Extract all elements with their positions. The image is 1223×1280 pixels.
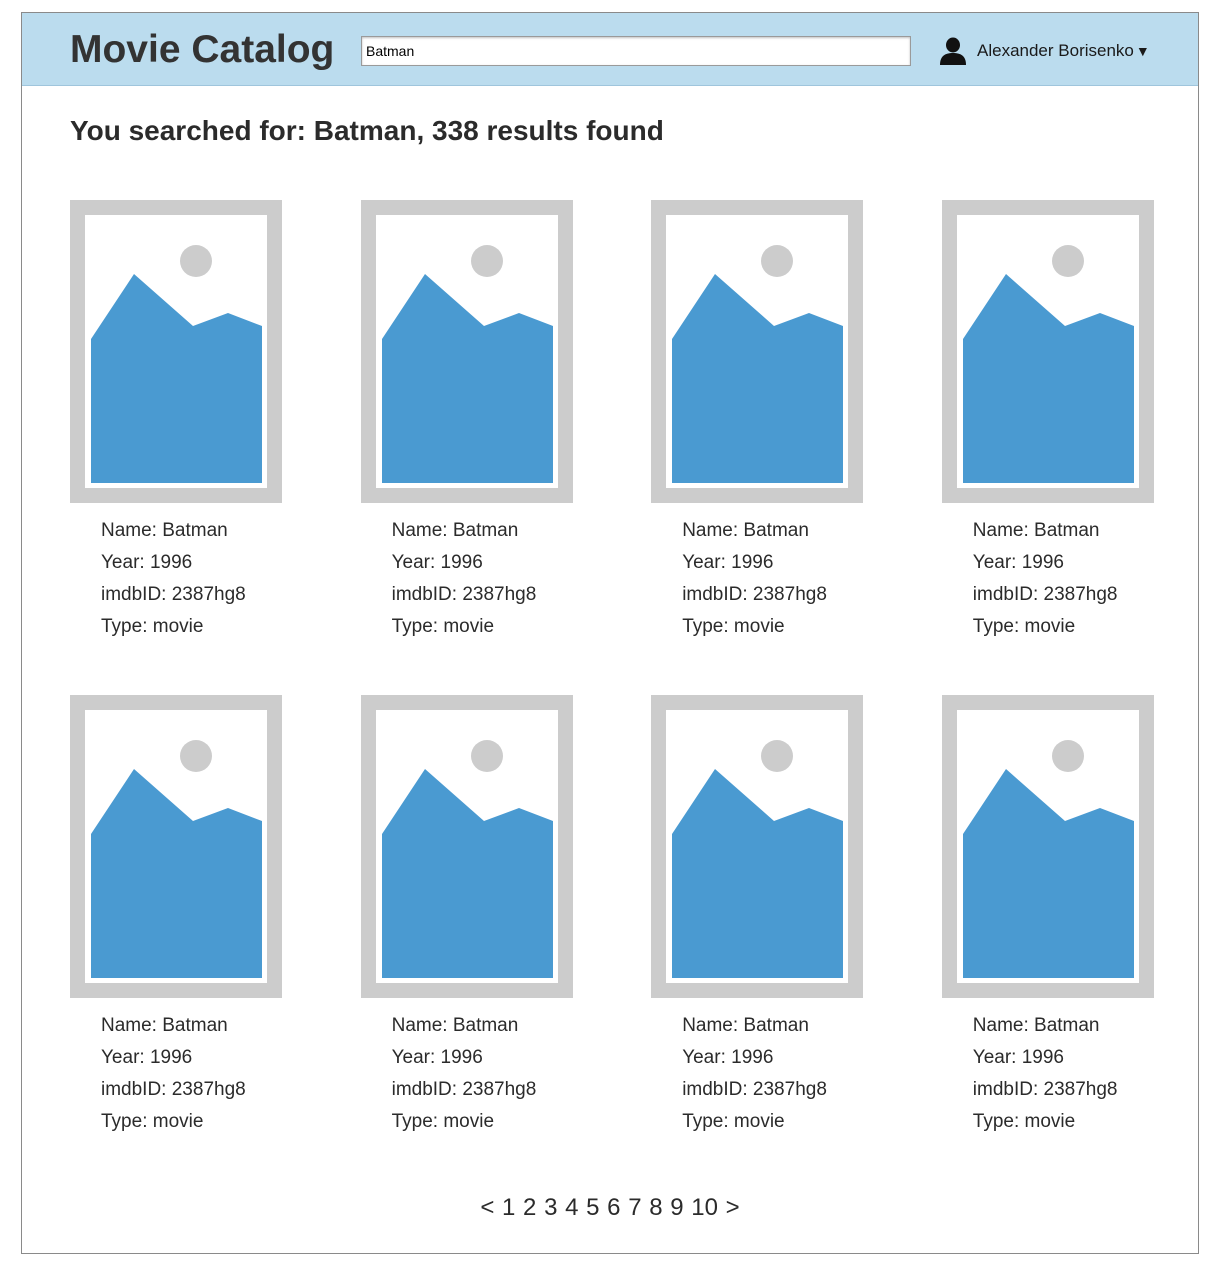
movie-info: Name: Batman Year: 1996 imdbID: 2387hg8 … [361,515,573,643]
movie-info: Name: Batman Year: 1996 imdbID: 2387hg8 … [651,515,863,643]
movie-name: Name: Batman [682,1015,809,1036]
movie-year: Year: 1996 [972,552,1064,573]
movie-name: Name: Batman [101,520,228,541]
movie-imdb-id: imdbID: 2387hg8 [101,1079,246,1100]
movie-year: Year: 1996 [101,1047,193,1068]
movie-year: Year: 1996 [682,1047,774,1068]
movie-card[interactable]: Name: Batman Year: 1996 imdbID: 2387hg8 … [651,200,864,695]
movie-grid: Name: Batman Year: 1996 imdbID: 2387hg8 … [70,200,1154,1190]
movie-card[interactable]: Name: Batman Year: 1996 imdbID: 2387hg8 … [941,695,1154,1190]
user-icon [940,37,966,65]
movie-type: Type: movie [101,616,204,637]
user-name: Alexander Borisenko [977,41,1134,60]
movie-info: Name: Batman Year: 1996 imdbID: 2387hg8 … [651,1010,863,1138]
movie-name: Name: Batman [682,520,809,541]
movie-year: Year: 1996 [682,552,774,573]
movie-year: Year: 1996 [391,552,483,573]
movie-type: Type: movie [682,1111,785,1132]
search-input[interactable] [361,36,911,66]
movie-type: Type: movie [101,1111,204,1132]
movie-card[interactable]: Name: Batman Year: 1996 imdbID: 2387hg8 … [360,695,573,1190]
user-menu[interactable]: Alexander Borisenko ▼ [940,36,1150,66]
movie-type: Type: movie [682,616,785,637]
movie-info: Name: Batman Year: 1996 imdbID: 2387hg8 … [70,515,282,643]
pagination-page[interactable]: 4 [565,1194,578,1221]
image-placeholder-icon[interactable] [360,695,573,998]
movie-card[interactable]: Name: Batman Year: 1996 imdbID: 2387hg8 … [360,200,573,695]
image-placeholder-icon[interactable] [651,200,864,503]
pagination: < 1 2 3 4 5 6 7 8 9 10 > [22,1194,1198,1222]
pagination-page[interactable]: 3 [544,1194,557,1221]
movie-imdb-id: imdbID: 2387hg8 [101,584,246,605]
movie-name: Name: Batman [972,520,1100,541]
image-placeholder-icon[interactable] [70,200,282,503]
image-placeholder-icon[interactable] [70,695,282,998]
movie-imdb-id: imdbID: 2387hg8 [391,584,537,605]
image-placeholder-icon[interactable] [651,695,864,998]
app-window: Movie Catalog Alexander Borisenko ▼ You … [21,12,1199,1254]
pagination-prev[interactable]: < [480,1194,494,1221]
movie-year: Year: 1996 [391,1047,483,1068]
movie-imdb-id: imdbID: 2387hg8 [972,584,1118,605]
movie-info: Name: Batman Year: 1996 imdbID: 2387hg8 … [70,1010,282,1138]
pagination-page[interactable]: 10 [691,1194,718,1221]
movie-info: Name: Batman Year: 1996 imdbID: 2387hg8 … [361,1010,573,1138]
movie-card[interactable]: Name: Batman Year: 1996 imdbID: 2387hg8 … [941,200,1154,695]
image-placeholder-icon[interactable] [360,200,573,503]
results-heading: You searched for: Batman, 338 results fo… [70,115,664,146]
movie-name: Name: Batman [101,1015,228,1036]
movie-card[interactable]: Name: Batman Year: 1996 imdbID: 2387hg8 … [651,695,864,1190]
movie-name: Name: Batman [391,520,519,541]
pagination-page[interactable]: 6 [607,1194,620,1221]
movie-imdb-id: imdbID: 2387hg8 [391,1079,537,1100]
movie-type: Type: movie [391,1111,495,1132]
movie-card[interactable]: Name: Batman Year: 1996 imdbID: 2387hg8 … [70,200,282,695]
movie-imdb-id: imdbID: 2387hg8 [682,584,827,605]
pagination-page[interactable]: 2 [523,1194,536,1221]
movie-imdb-id: imdbID: 2387hg8 [972,1079,1118,1100]
chevron-down-icon: ▼ [1135,43,1150,59]
pagination-page[interactable]: 1 [502,1194,515,1221]
movie-type: Type: movie [391,616,495,637]
pagination-page[interactable]: 7 [628,1194,641,1221]
pagination-page[interactable]: 8 [649,1194,662,1221]
movie-name: Name: Batman [391,1015,519,1036]
pagination-page[interactable]: 5 [586,1194,599,1221]
movie-info: Name: Batman Year: 1996 imdbID: 2387hg8 … [942,1010,1154,1138]
pagination-next[interactable]: > [726,1194,740,1221]
header-bar: Movie Catalog Alexander Borisenko ▼ [22,13,1198,86]
movie-type: Type: movie [972,1111,1076,1132]
movie-type: Type: movie [972,616,1076,637]
pagination-page[interactable]: 9 [670,1194,683,1221]
movie-imdb-id: imdbID: 2387hg8 [682,1079,827,1100]
movie-card[interactable]: Name: Batman Year: 1996 imdbID: 2387hg8 … [70,695,282,1190]
image-placeholder-icon[interactable] [941,695,1154,998]
movie-info: Name: Batman Year: 1996 imdbID: 2387hg8 … [942,515,1154,643]
app-title: Movie Catalog [70,28,335,71]
movie-year: Year: 1996 [101,552,193,573]
image-placeholder-icon[interactable] [941,200,1154,503]
movie-year: Year: 1996 [972,1047,1064,1068]
movie-name: Name: Batman [972,1015,1100,1036]
